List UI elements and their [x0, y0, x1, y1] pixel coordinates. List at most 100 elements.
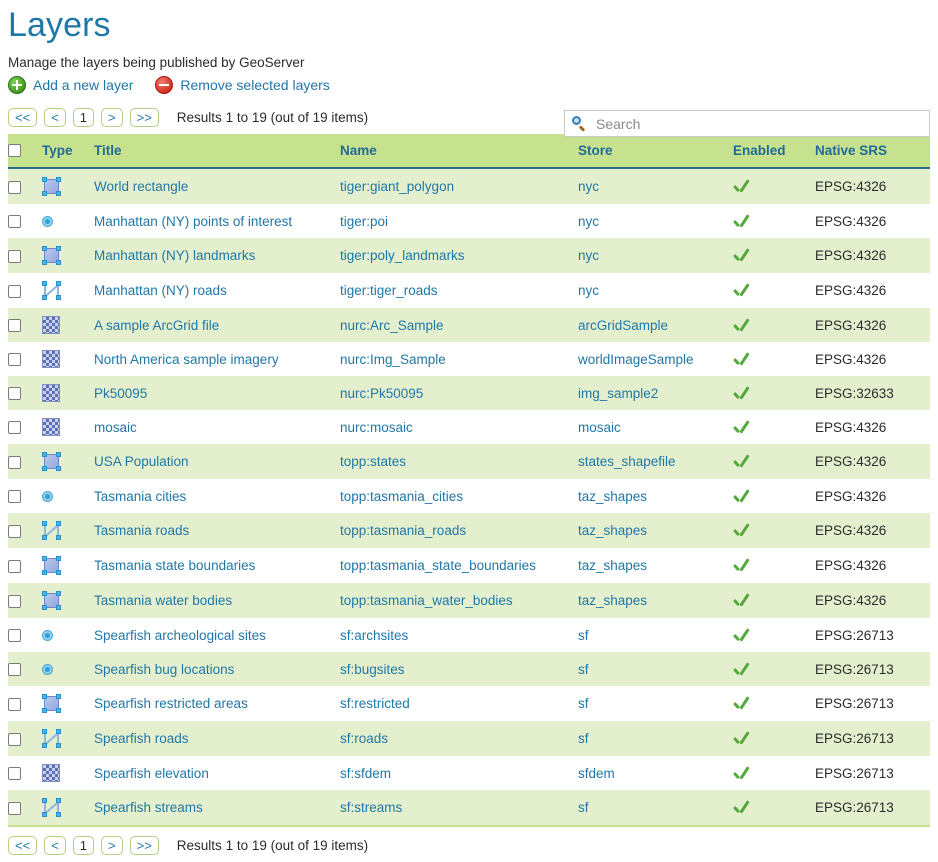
- row-select-checkbox[interactable]: [8, 733, 21, 746]
- layer-title-link[interactable]: Tasmania roads: [94, 523, 189, 538]
- layer-title-link[interactable]: Manhattan (NY) landmarks: [94, 248, 255, 263]
- layer-name-link[interactable]: sf:streams: [340, 800, 402, 815]
- layer-name-link[interactable]: topp:tasmania_state_boundaries: [340, 558, 536, 573]
- row-select-checkbox[interactable]: [8, 490, 21, 503]
- layer-name-link[interactable]: nurc:mosaic: [340, 420, 413, 435]
- layer-name-link[interactable]: tiger:poly_landmarks: [340, 248, 465, 263]
- layer-store-link[interactable]: taz_shapes: [578, 489, 647, 504]
- layer-store-link[interactable]: sf: [578, 628, 589, 643]
- layer-name-link[interactable]: sf:archsites: [340, 628, 408, 643]
- layer-title-link[interactable]: Spearfish bug locations: [94, 662, 234, 677]
- row-select-checkbox[interactable]: [8, 387, 21, 400]
- column-header-name[interactable]: Name: [340, 134, 578, 168]
- layer-name-link[interactable]: nurc:Pk50095: [340, 386, 423, 401]
- row-select-checkbox[interactable]: [8, 698, 21, 711]
- column-header-title[interactable]: Title: [94, 134, 340, 168]
- layer-title-link[interactable]: World rectangle: [94, 179, 188, 194]
- row-select-checkbox[interactable]: [8, 421, 21, 434]
- layer-title-link[interactable]: Manhattan (NY) points of interest: [94, 214, 292, 229]
- layer-title-link[interactable]: North America sample imagery: [94, 352, 279, 367]
- row-select-checkbox[interactable]: [8, 629, 21, 642]
- column-header-type[interactable]: Type: [42, 134, 94, 168]
- layer-title-link[interactable]: Pk50095: [94, 386, 147, 401]
- layer-name-link[interactable]: topp:tasmania_cities: [340, 489, 463, 504]
- row-title-cell: North America sample imagery: [94, 342, 340, 376]
- row-select-checkbox[interactable]: [8, 595, 21, 608]
- pagination-bottom: << < 1 > >> Results 1 to 19 (out of 19 i…: [0, 827, 938, 862]
- layer-name-link[interactable]: sf:restricted: [340, 696, 410, 711]
- layer-name-link[interactable]: tiger:tiger_roads: [340, 283, 438, 298]
- layer-name-link[interactable]: topp:states: [340, 454, 406, 469]
- layer-store-link[interactable]: nyc: [578, 179, 599, 194]
- layer-title-link[interactable]: mosaic: [94, 420, 137, 435]
- layer-title-link[interactable]: USA Population: [94, 454, 189, 469]
- pagination-next-button-bottom[interactable]: >: [101, 836, 123, 855]
- layer-title-link[interactable]: Tasmania water bodies: [94, 593, 232, 608]
- column-header-store[interactable]: Store: [578, 134, 733, 168]
- layer-name-link[interactable]: tiger:poi: [340, 214, 388, 229]
- layer-store-link[interactable]: nyc: [578, 214, 599, 229]
- layer-store-link[interactable]: mosaic: [578, 420, 621, 435]
- layer-store-link[interactable]: sfdem: [578, 766, 615, 781]
- column-header-native-srs[interactable]: Native SRS: [815, 134, 930, 168]
- layer-store-link[interactable]: sf: [578, 731, 589, 746]
- add-new-layer-link[interactable]: Add a new layer: [8, 76, 133, 94]
- layer-title-link[interactable]: Spearfish elevation: [94, 766, 209, 781]
- pagination-page-1-button[interactable]: 1: [73, 108, 94, 127]
- row-select-checkbox[interactable]: [8, 215, 21, 228]
- remove-selected-layers-link[interactable]: Remove selected layers: [155, 76, 329, 94]
- layer-store-link[interactable]: sf: [578, 662, 589, 677]
- layer-name-link[interactable]: sf:roads: [340, 731, 388, 746]
- pagination-first-button-bottom[interactable]: <<: [8, 836, 37, 855]
- row-select-checkbox[interactable]: [8, 663, 21, 676]
- select-all-checkbox[interactable]: [8, 144, 21, 157]
- pagination-first-button[interactable]: <<: [8, 108, 37, 127]
- pagination-prev-button[interactable]: <: [44, 108, 66, 127]
- layer-store-link[interactable]: states_shapefile: [578, 454, 676, 469]
- row-select-checkbox[interactable]: [8, 319, 21, 332]
- layer-name-link[interactable]: tiger:giant_polygon: [340, 179, 454, 194]
- row-select-checkbox[interactable]: [8, 250, 21, 263]
- layer-name-link[interactable]: nurc:Arc_Sample: [340, 318, 444, 333]
- layer-store-link[interactable]: img_sample2: [578, 386, 658, 401]
- layer-name-link[interactable]: topp:tasmania_roads: [340, 523, 466, 538]
- pagination-last-button[interactable]: >>: [130, 108, 159, 127]
- layer-store-link[interactable]: worldImageSample: [578, 352, 694, 367]
- layer-store-link[interactable]: sf: [578, 696, 589, 711]
- layer-store-link[interactable]: nyc: [578, 248, 599, 263]
- layer-name-link[interactable]: topp:tasmania_water_bodies: [340, 593, 513, 608]
- layer-title-link[interactable]: Spearfish archeological sites: [94, 628, 266, 643]
- layer-title-link[interactable]: Tasmania cities: [94, 489, 186, 504]
- layer-title-link[interactable]: Spearfish streams: [94, 800, 203, 815]
- column-header-enabled[interactable]: Enabled: [733, 134, 815, 168]
- row-select-checkbox[interactable]: [8, 456, 21, 469]
- row-select-checkbox[interactable]: [8, 560, 21, 573]
- pagination-page-1-button-bottom[interactable]: 1: [73, 836, 94, 855]
- layer-store-link[interactable]: arcGridSample: [578, 318, 668, 333]
- layer-store-link[interactable]: nyc: [578, 283, 599, 298]
- row-select-checkbox[interactable]: [8, 353, 21, 366]
- row-select-checkbox[interactable]: [8, 767, 21, 780]
- row-select-checkbox[interactable]: [8, 802, 21, 815]
- row-select-checkbox[interactable]: [8, 285, 21, 298]
- pagination-prev-button-bottom[interactable]: <: [44, 836, 66, 855]
- pagination-next-button[interactable]: >: [101, 108, 123, 127]
- layer-title-link[interactable]: Spearfish roads: [94, 731, 189, 746]
- layer-name-link[interactable]: nurc:Img_Sample: [340, 352, 446, 367]
- layer-title-link[interactable]: Manhattan (NY) roads: [94, 283, 227, 298]
- search-input[interactable]: [594, 115, 928, 133]
- layer-store-link[interactable]: taz_shapes: [578, 558, 647, 573]
- search-box[interactable]: [564, 110, 930, 137]
- layer-title-link[interactable]: A sample ArcGrid file: [94, 318, 219, 333]
- layer-store-link[interactable]: sf: [578, 800, 589, 815]
- pagination-last-button-bottom[interactable]: >>: [130, 836, 159, 855]
- layer-title-link[interactable]: Spearfish restricted areas: [94, 696, 248, 711]
- row-select-checkbox[interactable]: [8, 181, 21, 194]
- row-native-srs-cell: EPSG:4326: [815, 410, 930, 444]
- layer-title-link[interactable]: Tasmania state boundaries: [94, 558, 255, 573]
- layer-name-link[interactable]: sf:bugsites: [340, 662, 405, 677]
- layer-store-link[interactable]: taz_shapes: [578, 523, 647, 538]
- layer-store-link[interactable]: taz_shapes: [578, 593, 647, 608]
- row-select-checkbox[interactable]: [8, 525, 21, 538]
- layer-name-link[interactable]: sf:sfdem: [340, 766, 391, 781]
